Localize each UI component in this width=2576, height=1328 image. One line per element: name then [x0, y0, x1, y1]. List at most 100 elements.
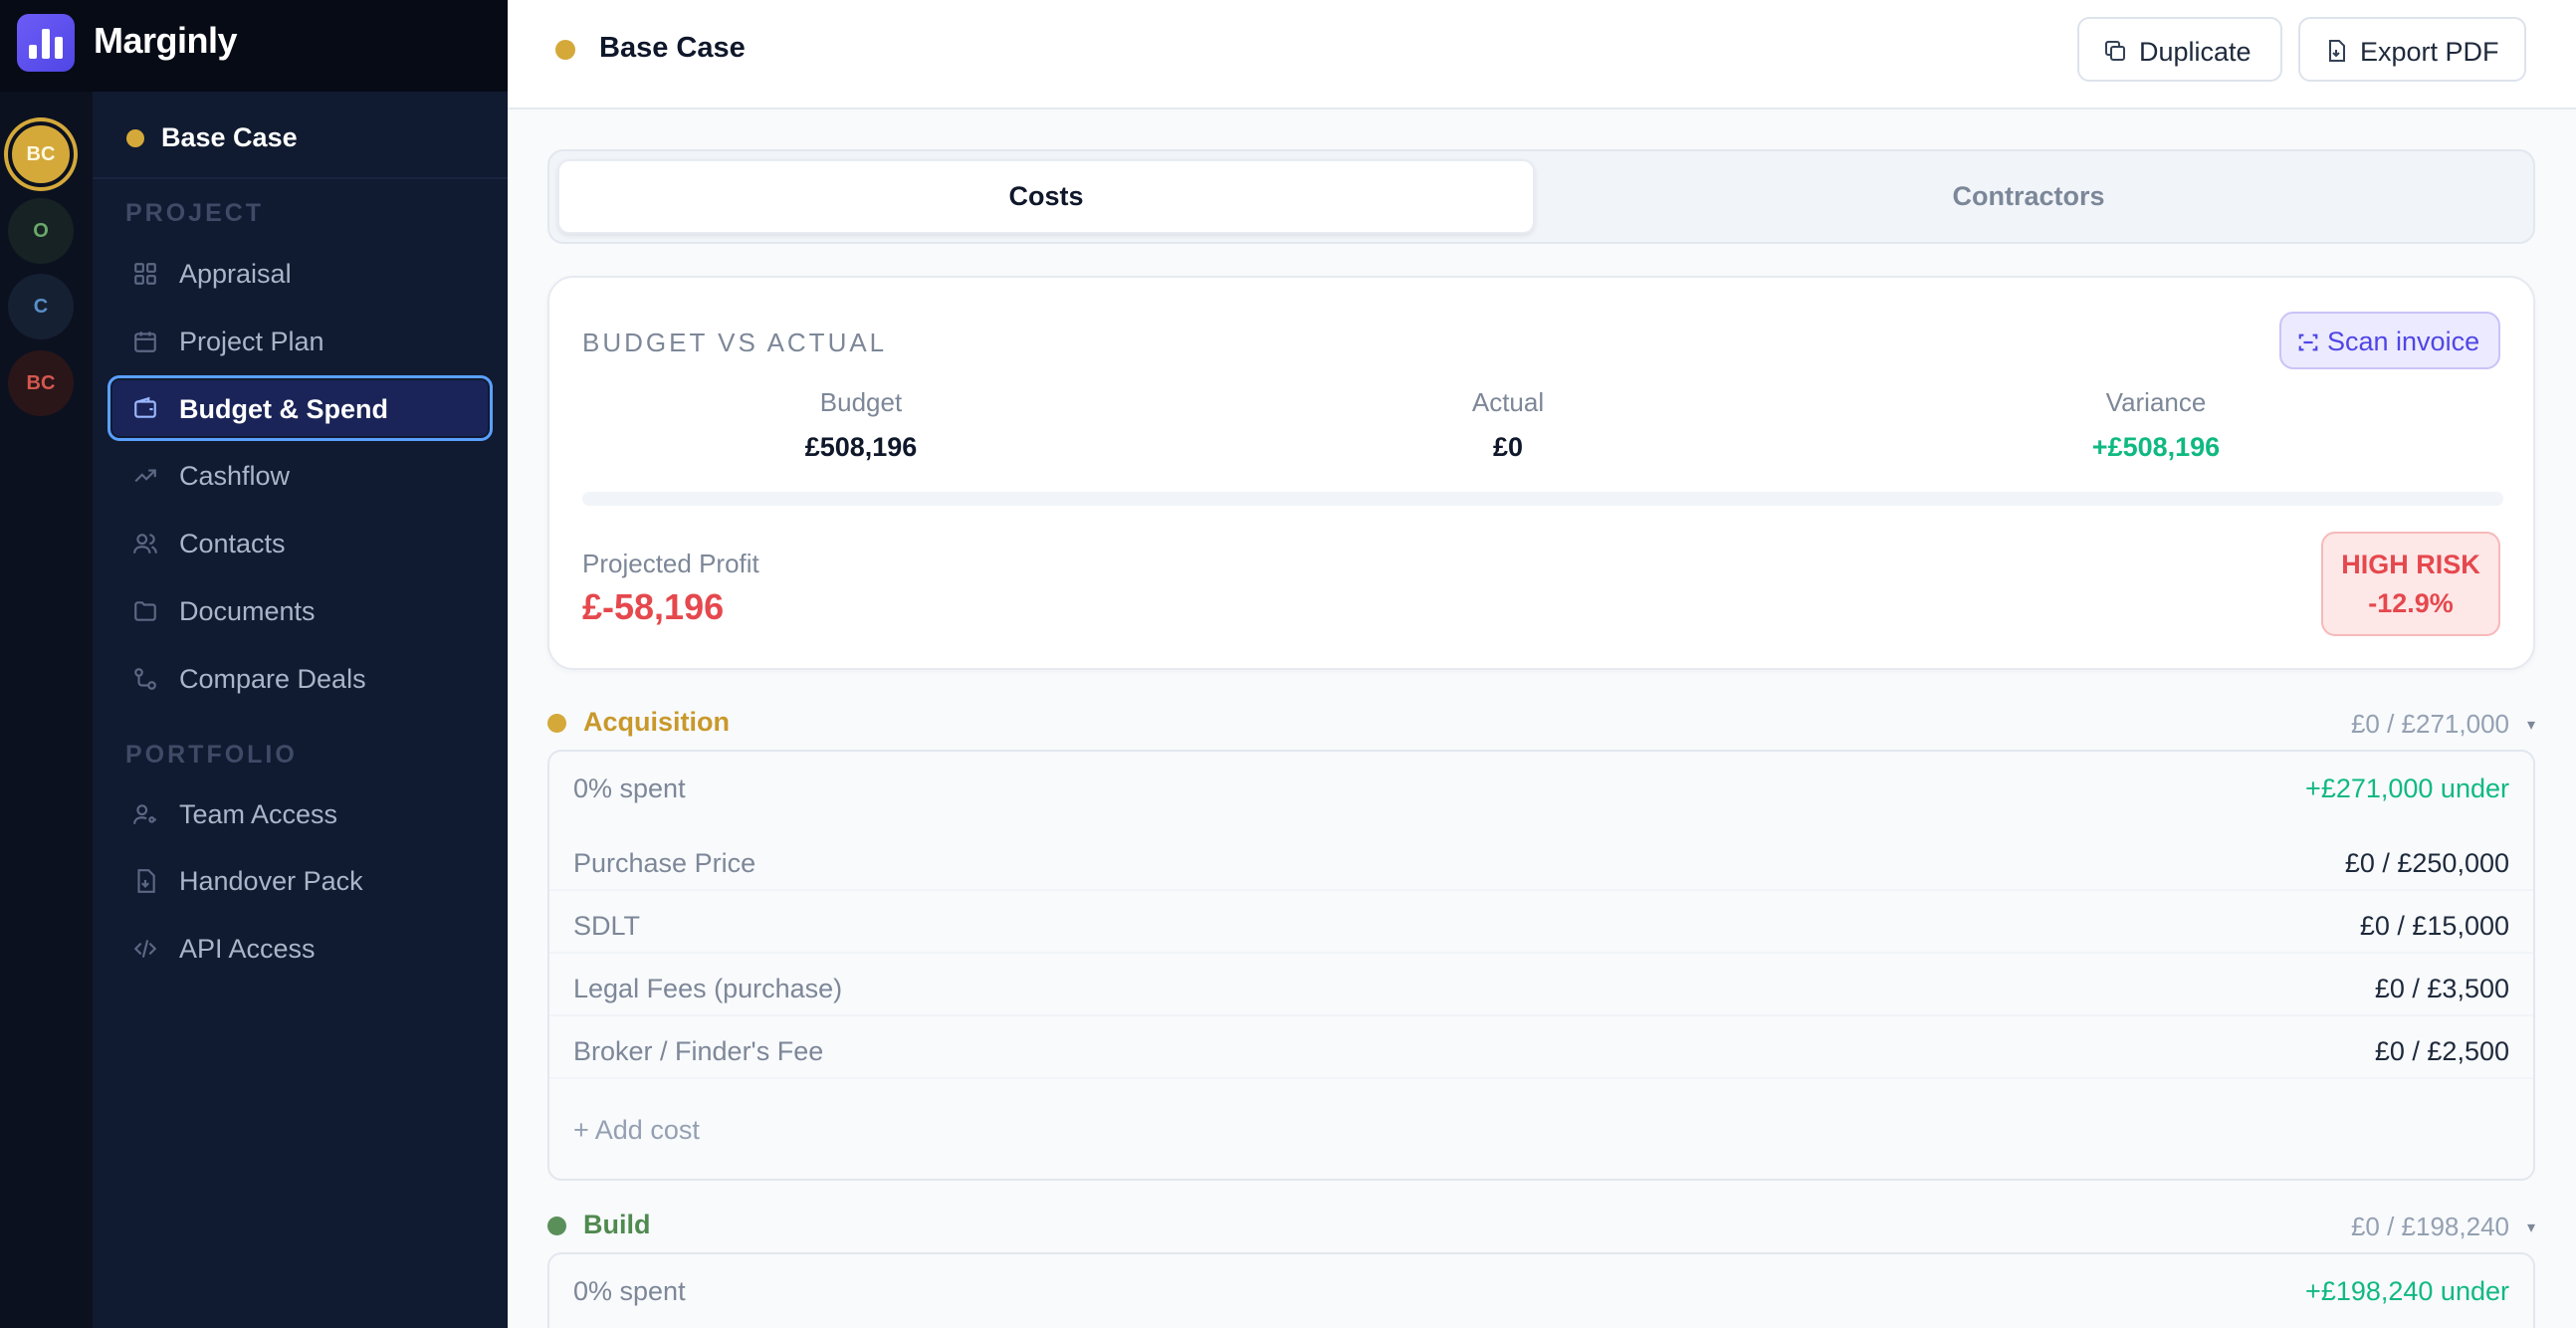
under-budget: +£198,240 under: [2305, 1276, 2509, 1306]
scan-invoice-button[interactable]: Scan invoice: [2279, 312, 2500, 369]
brand: Marginly: [0, 0, 508, 92]
cost-value: £0 / £3,500: [2374, 974, 2509, 1003]
duplicate-button[interactable]: Duplicate: [2077, 17, 2282, 82]
projected-profit-value: £-58,196: [582, 586, 725, 627]
group-box-build: 0% spent +£198,240 under: [547, 1252, 2535, 1328]
main-content: Base Case Duplicate Export PDF Costs Con…: [508, 0, 2576, 1328]
sidebar-item-contacts[interactable]: Contacts: [107, 511, 493, 576]
row-divider: [549, 1014, 2533, 1016]
sidebar-item-handover-pack[interactable]: Handover Pack: [107, 848, 493, 914]
wallet-icon: [134, 396, 156, 418]
add-cost-button[interactable]: + Add cost: [573, 1115, 700, 1146]
sidebar-item-label: Budget & Spend: [179, 394, 388, 424]
projected-profit-label: Projected Profit: [582, 549, 759, 578]
calendar-icon: [134, 332, 156, 352]
group-box-acquisition: 0% spent +£271,000 under Purchase Price …: [547, 750, 2535, 1181]
group-name-build: Build: [583, 1210, 651, 1239]
copy-icon: [2105, 41, 2125, 61]
sidebar-item-api-access[interactable]: API Access: [107, 916, 493, 982]
sidebar-item-label: Handover Pack: [179, 866, 363, 896]
cost-label: SDLT: [573, 911, 641, 941]
variance-value: +£508,196: [2091, 432, 2221, 462]
under-budget: +£271,000 under: [2305, 774, 2509, 803]
sidebar-item-documents[interactable]: Documents: [107, 578, 493, 644]
row-divider: [549, 952, 2533, 954]
chevron-down-icon[interactable]: ▾: [2527, 1217, 2535, 1237]
project-avatar-o[interactable]: O: [8, 198, 74, 264]
variance-label: Variance: [2105, 387, 2207, 417]
sidebar-item-label: Cashflow: [179, 461, 291, 491]
risk-badge: HIGH RISK -12.9%: [2321, 532, 2500, 636]
folder-icon: [134, 601, 156, 621]
actual-label: Actual: [1471, 387, 1545, 417]
cost-label: Legal Fees (purchase): [573, 974, 843, 1003]
section-label-portfolio: PORTFOLIO: [125, 741, 298, 769]
sidebar-item-label: Contacts: [179, 529, 286, 558]
spent-percent: 0% spent: [573, 774, 686, 803]
sidebar-item-cashflow[interactable]: Cashflow: [107, 443, 493, 509]
duplicate-label: Duplicate: [2139, 37, 2252, 67]
cost-row[interactable]: Purchase Price £0 / £250,000: [549, 848, 2533, 888]
app-root: BC O C BC Marginly Base Case PROJECT App…: [0, 0, 2576, 1328]
actual-value: £0: [1492, 432, 1524, 462]
brand-name: Marginly: [94, 20, 238, 61]
budget-metric: Budget £508,196: [662, 387, 1060, 463]
user-key-icon: [133, 804, 156, 824]
group-header-build[interactable]: Build £0 / £198,240 ▾: [547, 1206, 2535, 1245]
budget-vs-actual-card: BUDGET VS ACTUAL Scan invoice Budget £50…: [547, 276, 2535, 670]
scenario-status-dot: [555, 40, 575, 60]
sidebar-item-compare-deals[interactable]: Compare Deals: [107, 646, 493, 712]
scan-invoice-label: Scan invoice: [2327, 327, 2480, 356]
cost-row[interactable]: Legal Fees (purchase) £0 / £3,500: [549, 974, 2533, 1013]
project-rail: BC O C BC: [0, 0, 93, 1328]
sidebar-item-appraisal[interactable]: Appraisal: [107, 241, 493, 307]
group-name-acquisition: Acquisition: [583, 707, 730, 737]
risk-percent: -12.9%: [2368, 588, 2454, 618]
compare-icon: [134, 668, 156, 690]
sidebar-item-label: Appraisal: [179, 259, 292, 289]
cost-row[interactable]: Broker / Finder's Fee £0 / £2,500: [549, 1036, 2533, 1076]
project-header[interactable]: Base Case: [93, 92, 508, 179]
group-dot-build: [547, 1217, 566, 1235]
trend-icon: [134, 469, 156, 483]
group-summary-row: 0% spent +£198,240 under: [549, 1276, 2533, 1316]
risk-title: HIGH RISK: [2341, 550, 2480, 579]
sidebar: Marginly Base Case PROJECT Appraisal Pro…: [0, 0, 508, 1328]
scan-icon: [2298, 333, 2318, 351]
logo-bar-chart-icon: [17, 14, 75, 72]
spent-percent: 0% spent: [573, 1276, 686, 1306]
group-dot-acquisition: [547, 714, 566, 733]
sidebar-item-label: Documents: [179, 596, 316, 626]
sidebar-item-budget-spend[interactable]: Budget & Spend: [107, 375, 493, 441]
tab-costs[interactable]: Costs: [557, 159, 1535, 234]
spend-progress-bar: [582, 492, 2503, 506]
export-pdf-label: Export PDF: [2360, 37, 2499, 67]
cost-label: Broker / Finder's Fee: [573, 1036, 824, 1066]
group-summary-row: 0% spent +£271,000 under: [549, 774, 2533, 813]
sidebar-item-project-plan[interactable]: Project Plan: [107, 309, 493, 374]
cost-row[interactable]: SDLT £0 / £15,000: [549, 911, 2533, 951]
section-label-project: PROJECT: [125, 199, 265, 227]
card-title: BUDGET VS ACTUAL: [582, 328, 888, 357]
cost-value: £0 / £15,000: [2359, 911, 2509, 941]
variance-metric: Variance +£508,196: [1957, 387, 2355, 463]
tab-contractors[interactable]: Contractors: [1540, 159, 2517, 234]
cost-value: £0 / £2,500: [2374, 1036, 2509, 1066]
group-total-build: £0 / £198,240: [2350, 1212, 2509, 1241]
project-avatar-c[interactable]: C: [8, 274, 74, 339]
group-total-acquisition: £0 / £271,000: [2350, 709, 2509, 739]
group-header-acquisition[interactable]: Acquisition £0 / £271,000 ▾: [547, 703, 2535, 743]
project-avatar-base-case[interactable]: BC: [8, 121, 74, 187]
row-divider: [549, 889, 2533, 891]
code-icon: [133, 940, 157, 958]
project-name: Base Case: [161, 122, 298, 152]
chevron-down-icon[interactable]: ▾: [2527, 715, 2535, 735]
project-status-dot: [126, 129, 144, 147]
page-title: Base Case: [599, 32, 746, 64]
users-icon: [133, 534, 157, 553]
project-avatar-bc[interactable]: BC: [8, 350, 74, 416]
export-pdf-button[interactable]: Export PDF: [2298, 17, 2526, 82]
sidebar-item-team-access[interactable]: Team Access: [107, 781, 493, 847]
sidebar-item-label: Team Access: [179, 799, 338, 829]
grid-icon: [134, 263, 156, 285]
